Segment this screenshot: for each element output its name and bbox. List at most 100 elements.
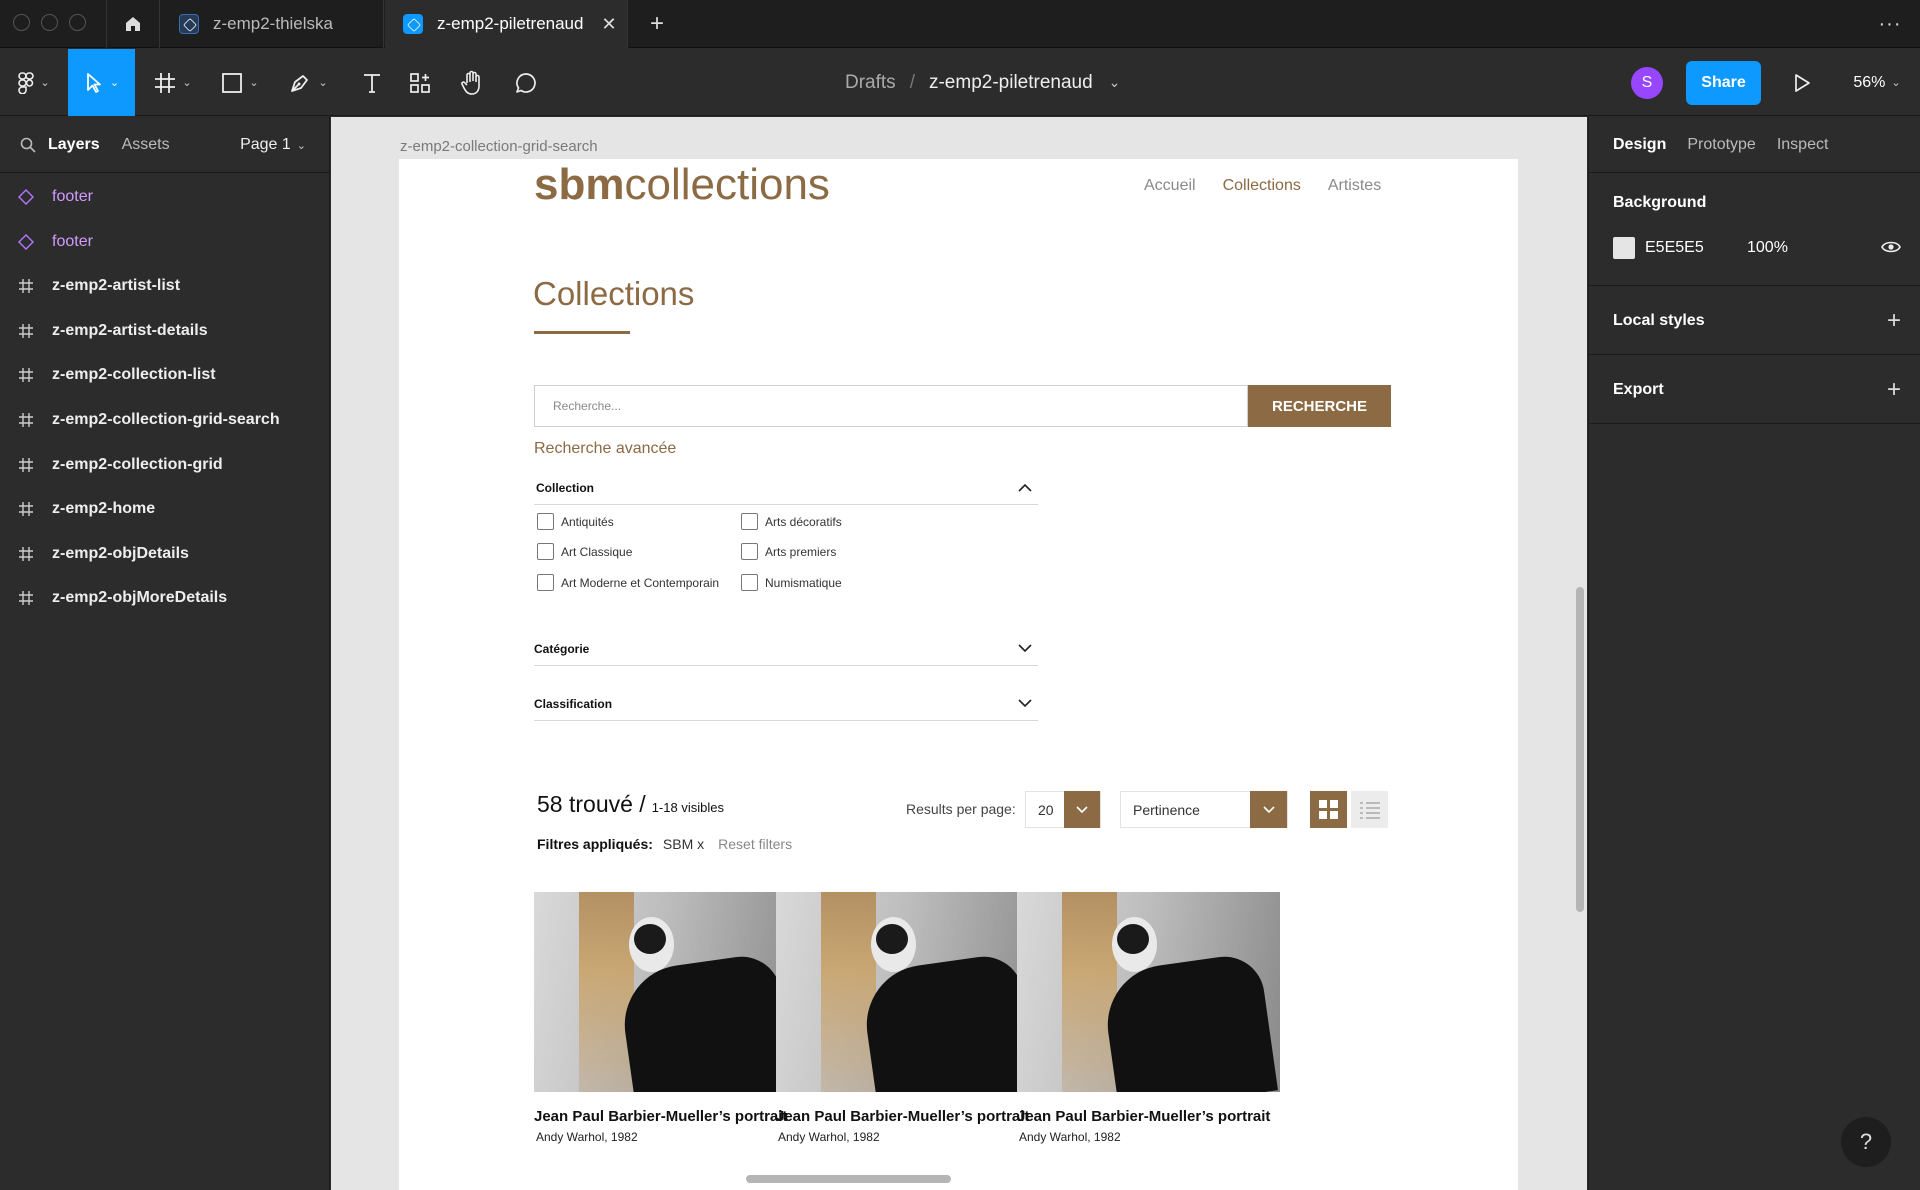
home-tab[interactable] [106, 0, 160, 48]
file-breadcrumb[interactable]: Drafts / z-emp2-piletrenaud ⌄ [845, 49, 1165, 116]
help-button[interactable]: ? [1841, 1117, 1891, 1167]
layer-item[interactable]: z-emp2-home [0, 487, 330, 531]
layer-item[interactable]: z-emp2-collection-grid-search [0, 398, 330, 442]
layer-item[interactable]: z-emp2-collection-list [0, 353, 330, 397]
horizontal-scrollbar[interactable] [746, 1175, 951, 1183]
share-button[interactable]: Share [1686, 60, 1761, 105]
result-card[interactable]: Jean Paul Barbier-Mueller’s portrait Andy… [776, 892, 1039, 1144]
avatar[interactable]: S [1631, 49, 1663, 116]
layer-item[interactable]: z-emp2-artist-details [0, 309, 330, 353]
results-per-page-select[interactable]: 20 [1025, 791, 1101, 828]
artwork-image[interactable] [534, 892, 797, 1092]
move-tool-button[interactable]: ⌄ [68, 49, 135, 116]
reset-filters-link[interactable]: Reset filters [718, 836, 792, 852]
search-input[interactable]: Recherche... [534, 385, 1248, 427]
checkbox[interactable] [741, 574, 758, 591]
page-selector[interactable]: Page 1 ⌄ [240, 136, 306, 154]
more-options-icon[interactable]: ··· [1870, 0, 1910, 48]
card-title[interactable]: Jean Paul Barbier-Mueller’s portrait [1017, 1108, 1280, 1125]
collection-option[interactable]: Arts premiers [741, 543, 836, 560]
add-export-icon[interactable]: + [1887, 376, 1901, 404]
vertical-scrollbar[interactable] [1576, 587, 1584, 912]
tab-assets[interactable]: Assets [122, 136, 170, 154]
layer-item[interactable]: z-emp2-objDetails [0, 532, 330, 576]
shape-tool-button[interactable]: ⌄ [215, 49, 265, 116]
card-title[interactable]: Jean Paul Barbier-Mueller’s portrait [534, 1108, 797, 1125]
local-styles-section: Local styles + [1589, 287, 1920, 355]
background-swatch[interactable] [1613, 237, 1635, 259]
collection-option[interactable]: Arts décoratifs [741, 513, 842, 530]
page-title: Collections [533, 275, 695, 312]
comment-tool-button[interactable] [504, 49, 548, 116]
artwork-image[interactable] [1017, 892, 1280, 1092]
search-icon[interactable] [20, 137, 36, 153]
checkbox[interactable] [537, 574, 554, 591]
add-local-style-icon[interactable]: + [1887, 307, 1901, 335]
layer-item[interactable]: z-emp2-artist-list [0, 264, 330, 308]
new-tab-icon[interactable]: + [642, 0, 672, 48]
chevron-down-icon: ⌄ [296, 139, 306, 152]
layer-item[interactable]: z-emp2-objMoreDetails [0, 576, 330, 620]
filter-classification-header[interactable]: Classification [534, 687, 1038, 721]
grid-view-button[interactable] [1310, 791, 1347, 828]
list-view-button[interactable] [1351, 791, 1388, 828]
checkbox[interactable] [741, 543, 758, 560]
frame-collection-grid-search[interactable]: sbmcollections Accueil Collections Artis… [399, 159, 1518, 1190]
card-subtitle: Andy Warhol, 1982 [778, 1130, 880, 1144]
tab-z-emp2-thielska[interactable]: z-emp2-thielska [161, 0, 384, 48]
site-logo[interactable]: sbmcollections [534, 159, 830, 211]
collection-option[interactable]: Antiquités [537, 513, 614, 530]
collection-option[interactable]: Numismatique [741, 574, 842, 591]
properties-tabs: Design Prototype Inspect [1589, 117, 1920, 173]
resources-button[interactable] [398, 49, 442, 116]
nav-artistes[interactable]: Artistes [1328, 177, 1381, 195]
zoom-control[interactable]: 56% ⌄ [1844, 49, 1910, 116]
frame-tool-button[interactable]: ⌄ [148, 49, 198, 116]
filter-collection-header[interactable]: Collection [534, 471, 1038, 505]
main-menu-button[interactable]: ⌄ [10, 49, 58, 116]
nav-collections[interactable]: Collections [1223, 177, 1301, 195]
tab-layers[interactable]: Layers [48, 136, 100, 154]
tab-z-emp2-piletrenaud[interactable]: z-emp2-piletrenaud ✕ [385, 0, 628, 48]
canvas[interactable]: z-emp2-collection-grid-search sbmcollect… [331, 117, 1587, 1190]
frame-label[interactable]: z-emp2-collection-grid-search [400, 138, 598, 155]
tab-prototype[interactable]: Prototype [1687, 136, 1755, 154]
result-card[interactable]: Jean Paul Barbier-Mueller’s portrait Andy… [1017, 892, 1280, 1144]
tab-inspect[interactable]: Inspect [1777, 136, 1829, 154]
help-icon: ? [1859, 1129, 1873, 1154]
eye-icon[interactable] [1881, 240, 1901, 254]
file-name[interactable]: z-emp2-piletrenaud [929, 72, 1093, 94]
nav-accueil[interactable]: Accueil [1144, 177, 1196, 195]
checkbox[interactable] [741, 513, 758, 530]
text-tool-button[interactable] [350, 49, 394, 116]
window-minimize-dot[interactable] [41, 14, 58, 31]
layer-item[interactable]: footer [0, 175, 330, 219]
background-hex[interactable]: E5E5E5 [1645, 239, 1704, 257]
search-button[interactable]: RECHERCHE [1248, 385, 1391, 427]
checkbox[interactable] [537, 543, 554, 560]
hand-tool-button[interactable] [450, 49, 494, 116]
background-opacity[interactable]: 100% [1747, 239, 1788, 257]
layer-label: z-emp2-home [52, 500, 156, 518]
tab-design[interactable]: Design [1613, 136, 1666, 154]
advanced-search-link[interactable]: Recherche avancée [534, 440, 676, 458]
applied-filter-chip[interactable]: SBM x [663, 836, 704, 852]
collection-option[interactable]: Art Classique [537, 543, 632, 560]
checkbox[interactable] [537, 513, 554, 530]
pen-tool-button[interactable]: ⌄ [283, 49, 333, 116]
result-card[interactable]: Jean Paul Barbier-Mueller’s portrait Andy… [534, 892, 797, 1144]
layer-item[interactable]: footer [0, 220, 330, 264]
window-maximize-dot[interactable] [69, 14, 86, 31]
artwork-image[interactable] [776, 892, 1039, 1092]
layer-item[interactable]: z-emp2-collection-grid [0, 443, 330, 487]
card-title[interactable]: Jean Paul Barbier-Mueller’s portrait [776, 1108, 1039, 1125]
close-tab-icon[interactable]: ✕ [601, 14, 616, 35]
breadcrumb-drafts[interactable]: Drafts [845, 72, 896, 94]
sort-select[interactable]: Pertinence [1120, 791, 1288, 828]
checkbox-label: Arts décoratifs [765, 514, 842, 529]
collection-option[interactable]: Art Moderne et Contemporain [537, 574, 719, 591]
filter-categorie-header[interactable]: Catégorie [534, 632, 1038, 666]
present-button[interactable] [1784, 49, 1820, 116]
tab-bar: z-emp2-thielska z-emp2-piletrenaud ✕ + ·… [0, 0, 1920, 48]
window-close-dot[interactable] [13, 14, 30, 31]
